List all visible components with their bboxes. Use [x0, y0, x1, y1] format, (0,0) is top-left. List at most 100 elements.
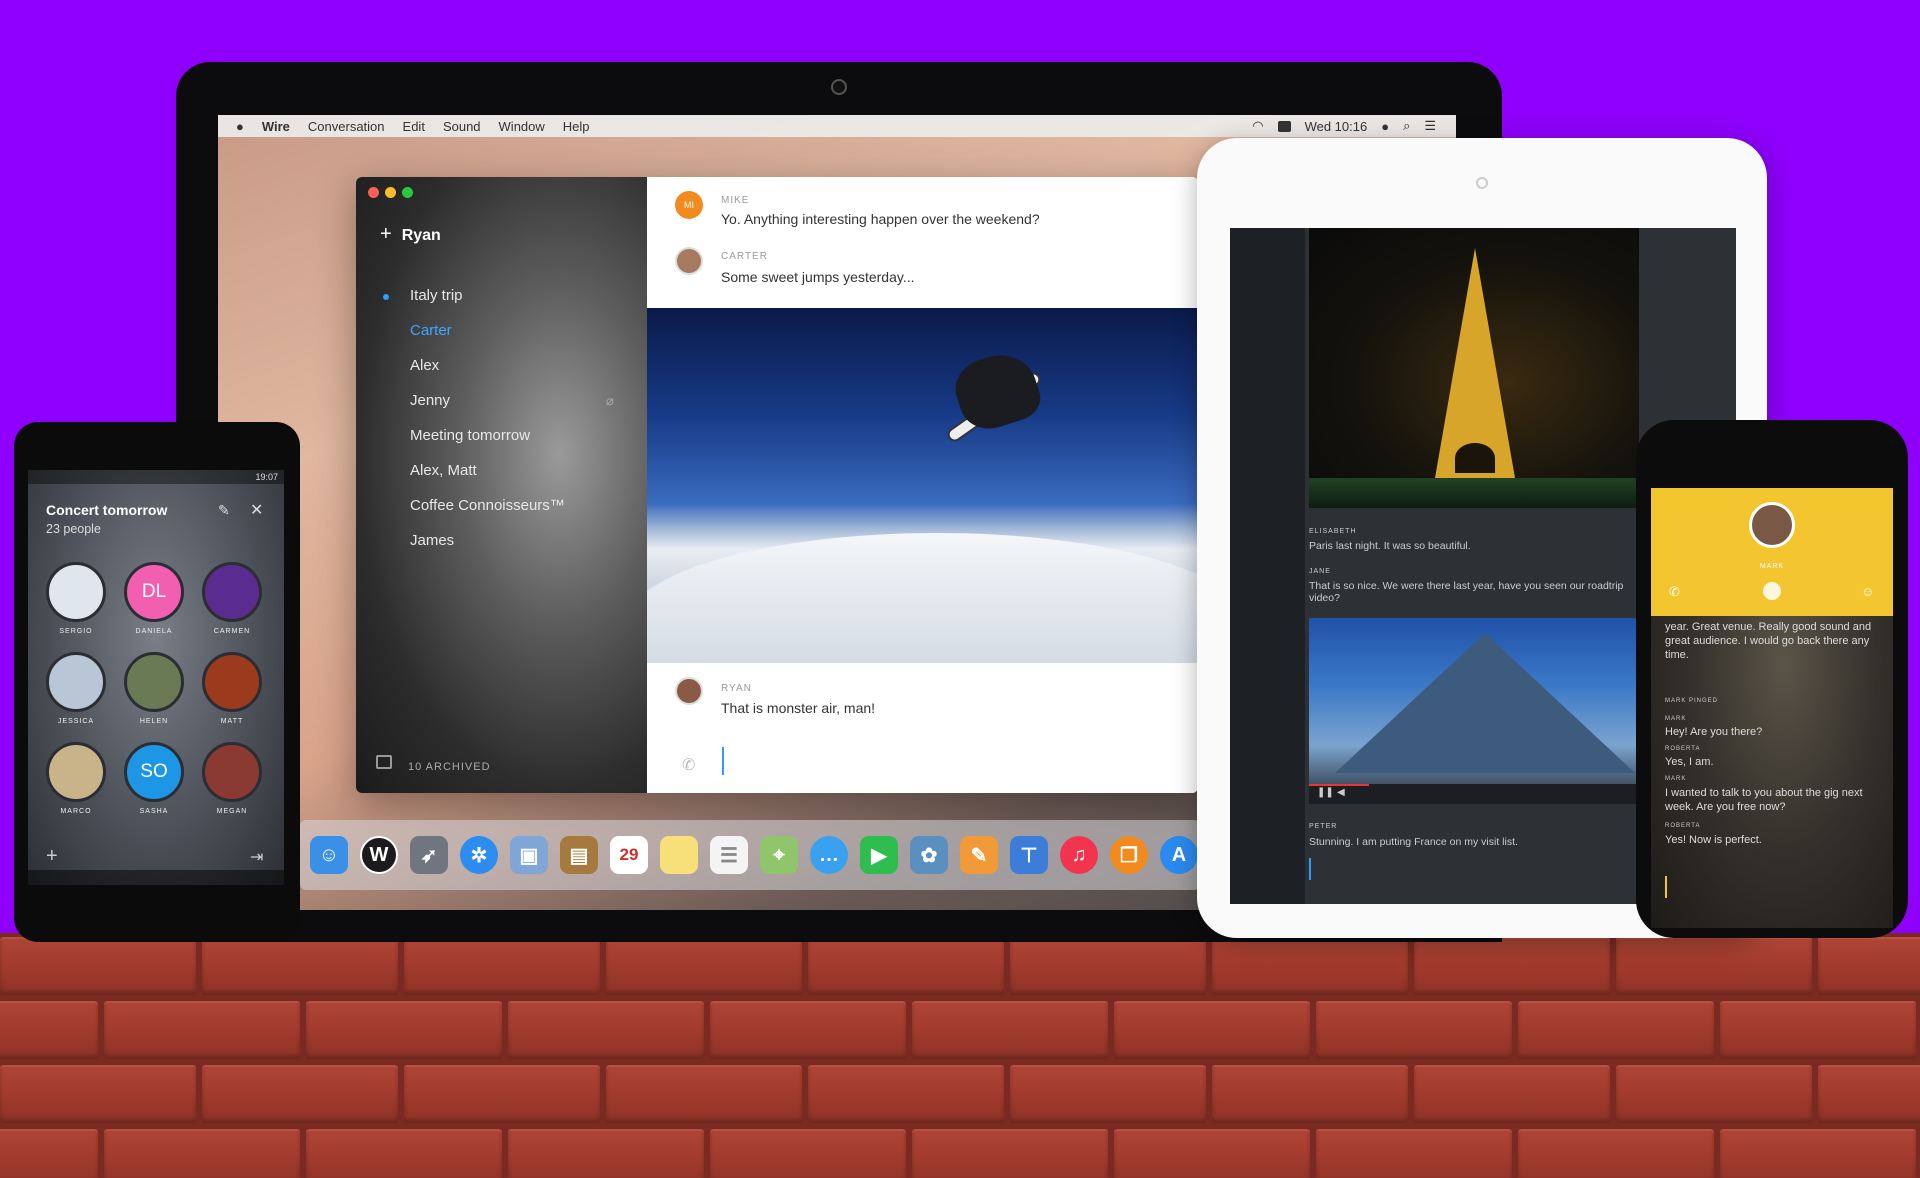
- brick: [306, 1001, 502, 1059]
- brick: [0, 1001, 98, 1059]
- video-progress[interactable]: [1309, 784, 1369, 786]
- message-sender: ROBERTA: [1665, 746, 1701, 752]
- zoom-window-button[interactable]: [402, 187, 413, 198]
- participant-avatar[interactable]: DL: [124, 562, 184, 622]
- wire-icon[interactable]: W: [360, 836, 398, 874]
- leave-conversation-icon[interactable]: ⇥: [250, 847, 263, 867]
- participant-avatar[interactable]: [202, 652, 262, 712]
- message-text: Paris last night. It was so beautiful.: [1309, 540, 1471, 552]
- participant-avatar[interactable]: [46, 742, 106, 802]
- brick: [808, 937, 1004, 995]
- conversation-item[interactable]: Jenny: [410, 392, 450, 409]
- menu-edit[interactable]: Edit: [403, 119, 425, 134]
- menu-app-name[interactable]: Wire: [262, 119, 290, 134]
- people-icon[interactable]: ☺: [1861, 584, 1874, 599]
- self-profile[interactable]: + Ryan: [380, 223, 441, 246]
- participant-avatar[interactable]: [202, 562, 262, 622]
- call-icon[interactable]: ✆: [1669, 584, 1680, 600]
- brick: [1316, 1001, 1512, 1059]
- menu-window[interactable]: Window: [499, 119, 545, 134]
- photos-icon[interactable]: ✿: [910, 836, 948, 874]
- finder-icon[interactable]: ☺: [310, 836, 348, 874]
- contacts-icon[interactable]: ▤: [560, 836, 598, 874]
- books-icon[interactable]: ❐: [1110, 836, 1148, 874]
- close-icon[interactable]: ✕: [250, 500, 263, 520]
- conversation-item[interactable]: Alex: [410, 357, 439, 374]
- avatar[interactable]: [675, 677, 703, 705]
- maps-icon[interactable]: ⌖: [760, 836, 798, 874]
- spotlight-search-icon[interactable]: ⌕: [1403, 118, 1410, 134]
- apple-icon[interactable]: ●: [236, 119, 244, 134]
- participant-name: HELEN: [139, 718, 169, 725]
- message-sender: MARK: [1665, 776, 1687, 782]
- trees-shape: [1309, 478, 1639, 508]
- message-list-bottom: RYAN That is monster air, man!: [647, 663, 1198, 793]
- archive-icon[interactable]: [376, 755, 392, 769]
- launchpad-icon[interactable]: ➶: [410, 836, 448, 874]
- conversation-item[interactable]: Carter: [410, 322, 452, 339]
- notes-icon[interactable]: [660, 836, 698, 874]
- video-controls[interactable]: ❚❚ ◀: [1309, 784, 1639, 804]
- brick: [1720, 1001, 1916, 1059]
- avatar[interactable]: [675, 247, 703, 275]
- brick: [0, 1129, 98, 1178]
- menu-sound[interactable]: Sound: [443, 119, 481, 134]
- conversation-item[interactable]: Alex, Matt: [410, 462, 477, 479]
- conversation-item[interactable]: Coffee Connoisseurs™: [410, 497, 565, 514]
- volume-icon[interactable]: ◀: [1337, 787, 1345, 798]
- add-conversation-icon[interactable]: +: [380, 223, 392, 245]
- pages-icon[interactable]: ✎: [960, 836, 998, 874]
- safari-icon[interactable]: ✲: [460, 836, 498, 874]
- ping-icon[interactable]: [1763, 582, 1781, 600]
- pause-icon[interactable]: ❚❚: [1317, 787, 1334, 798]
- message-text: Some sweet jumps yesterday...: [721, 269, 915, 285]
- keynote-icon[interactable]: ⊤: [1010, 836, 1048, 874]
- app-store-icon[interactable]: A: [1160, 836, 1198, 874]
- facetime-icon[interactable]: ▶: [860, 836, 898, 874]
- conversation-item[interactable]: Meeting tomorrow: [410, 427, 530, 444]
- reminders-icon[interactable]: ☰: [710, 836, 748, 874]
- participant-avatar[interactable]: [46, 562, 106, 622]
- conversation-item[interactable]: James: [410, 532, 454, 549]
- message-input[interactable]: [1665, 876, 1667, 898]
- notification-center-icon[interactable]: ☰: [1424, 118, 1436, 134]
- calendar-icon[interactable]: 29: [610, 836, 648, 874]
- brick: [1114, 1001, 1310, 1059]
- edit-icon[interactable]: ✎: [218, 502, 230, 519]
- avatar[interactable]: [1749, 502, 1795, 548]
- avatar[interactable]: MI: [675, 191, 703, 219]
- messages-icon[interactable]: …: [810, 836, 848, 874]
- menu-help[interactable]: Help: [563, 119, 590, 134]
- brick: [1212, 937, 1408, 995]
- close-window-button[interactable]: [368, 187, 379, 198]
- participant-name: SERGIO: [59, 628, 93, 635]
- message-text: That is monster air, man!: [721, 700, 876, 716]
- minimize-window-button[interactable]: [385, 187, 396, 198]
- louvre-pyramid-shape: [1335, 633, 1635, 773]
- preview-icon[interactable]: ▣: [510, 836, 548, 874]
- call-icon[interactable]: ✆: [682, 755, 695, 775]
- ping-notice: MARK PINGED: [1665, 698, 1719, 704]
- participant-avatar[interactable]: [124, 652, 184, 712]
- participant-avatar[interactable]: [202, 742, 262, 802]
- brick: [1010, 1065, 1206, 1123]
- tablet-sidebar: [1230, 228, 1305, 904]
- menubar-clock[interactable]: Wed 10:16: [1305, 119, 1368, 134]
- message-input[interactable]: [722, 747, 724, 775]
- battery-icon[interactable]: [1277, 120, 1291, 132]
- user-icon[interactable]: ●: [1381, 119, 1389, 134]
- brick: [1818, 1065, 1920, 1123]
- snowboard-photo[interactable]: [647, 308, 1198, 663]
- archived-count[interactable]: 10 ARCHIVED: [408, 761, 491, 773]
- message-input[interactable]: [1309, 858, 1311, 880]
- conversation-item[interactable]: Italy trip: [410, 287, 463, 304]
- laptop-camera: [831, 79, 847, 95]
- participant-avatar[interactable]: [46, 652, 106, 712]
- music-icon[interactable]: ♫: [1060, 836, 1098, 874]
- wifi-icon[interactable]: ◠: [1252, 118, 1263, 134]
- add-participant-icon[interactable]: +: [46, 845, 58, 868]
- menu-conversation[interactable]: Conversation: [308, 119, 385, 134]
- brick: [808, 1065, 1004, 1123]
- participant-avatar[interactable]: SO: [124, 742, 184, 802]
- group-member-count: 23 people: [46, 522, 101, 536]
